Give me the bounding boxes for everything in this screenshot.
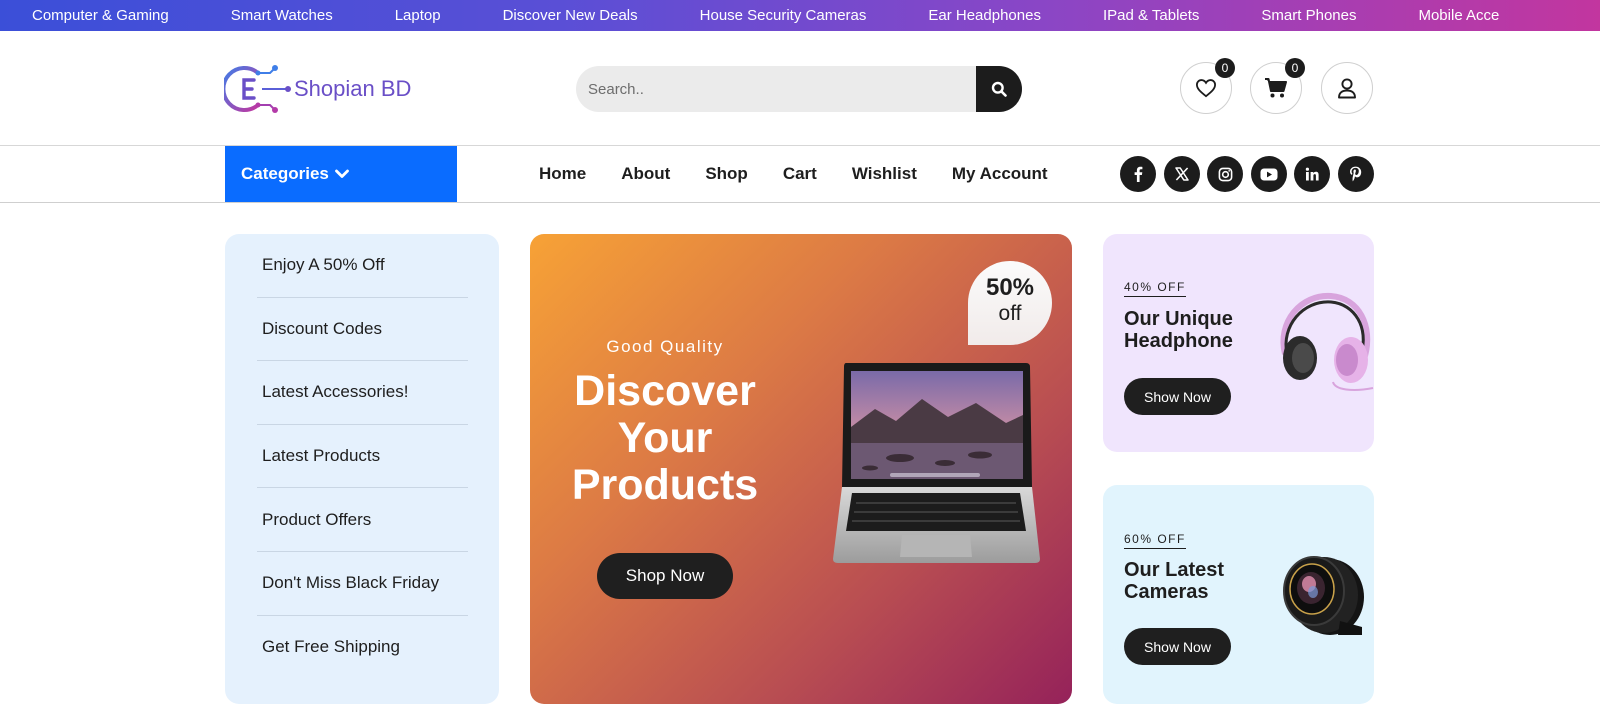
categories-dropdown-button[interactable]: Categories <box>225 146 457 202</box>
top-link-ipad-tablets[interactable]: IPad & Tablets <box>1103 7 1199 24</box>
nav-link-about[interactable]: About <box>621 164 670 184</box>
headphone-image <box>1280 292 1374 391</box>
site-logo[interactable]: Shopian BD <box>224 61 411 117</box>
hero-eyebrow: Good Quality <box>606 337 724 356</box>
main-nav: Categories Home About Shop Cart Wishlist… <box>0 146 1600 203</box>
facebook-icon <box>1134 166 1143 182</box>
top-link-laptop[interactable]: Laptop <box>395 7 441 24</box>
top-link-ear-headphones[interactable]: Ear Headphones <box>928 7 1041 24</box>
x-icon <box>1174 167 1189 181</box>
hero-title: Discover Your Products <box>530 368 800 509</box>
promo-item-50-off[interactable]: Enjoy A 50% Off <box>257 234 468 298</box>
nav-link-home[interactable]: Home <box>539 164 586 184</box>
camera-promo-card: 60% OFF Our Latest Cameras Show Now <box>1103 485 1374 704</box>
search-icon <box>991 81 1007 97</box>
promo-item-product-offers[interactable]: Product Offers <box>257 488 468 552</box>
hero-title-line-3: Products <box>571 461 759 509</box>
search-button[interactable] <box>976 66 1022 112</box>
linkedin-link[interactable] <box>1294 156 1330 192</box>
logo-text: Shopian BD <box>294 76 412 101</box>
search-input[interactable] <box>576 66 976 112</box>
x-link[interactable] <box>1163 156 1200 192</box>
instagram-icon <box>1218 167 1232 181</box>
youtube-link[interactable] <box>1250 156 1287 192</box>
camera-card-title-line-2: Cameras <box>1124 581 1209 603</box>
hero-banner: Good Quality Discover Your Products Shop… <box>530 234 1072 704</box>
nav-link-cart[interactable]: Cart <box>783 164 817 184</box>
nav-link-wishlist[interactable]: Wishlist <box>852 164 917 184</box>
top-category-track: Computer & Gaming Smart Watches Laptop D… <box>32 0 1561 31</box>
camera-show-now-button[interactable]: Show Now <box>1124 628 1231 665</box>
headphone-card-title-line-1: Our Unique <box>1124 308 1233 330</box>
promo-item-latest-products[interactable]: Latest Products <box>257 425 468 489</box>
camera-lens-image <box>1283 556 1364 635</box>
headphone-card-title: Our Unique Headphone <box>1124 308 1264 352</box>
pinterest-link[interactable] <box>1337 156 1374 192</box>
cart-button[interactable]: 0 <box>1250 58 1305 114</box>
youtube-icon <box>1260 168 1277 180</box>
headphone-show-now-button[interactable]: Show Now <box>1124 378 1231 415</box>
user-icon <box>1338 78 1356 99</box>
headphone-card-tag: 40% OFF <box>1124 280 1186 297</box>
camera-card-tag: 60% OFF <box>1124 532 1186 549</box>
social-links <box>1120 156 1381 192</box>
site-header: Shopian BD 0 0 <box>0 31 1600 146</box>
facebook-link[interactable] <box>1120 156 1156 192</box>
headphone-promo-card: 40% OFF Our Unique Headphone Show Now <box>1103 234 1374 452</box>
instagram-link[interactable] <box>1207 156 1243 192</box>
account-button[interactable] <box>1321 62 1373 114</box>
promo-item-latest-accessories[interactable]: Latest Accessories! <box>257 361 468 425</box>
hero-title-line-2: Your <box>617 414 713 462</box>
cart-icon <box>1265 78 1287 98</box>
camera-card-title-line-1: Our Latest <box>1124 559 1225 581</box>
nav-menu: Home About Shop Cart Wishlist My Account <box>539 146 1083 202</box>
wishlist-count-badge: 0 <box>1215 58 1235 78</box>
top-link-security-cameras[interactable]: House Security Cameras <box>700 7 867 24</box>
categories-label: Categories <box>241 164 329 183</box>
laptop-image <box>833 363 1040 563</box>
promo-item-discount-codes[interactable]: Discount Codes <box>257 298 468 362</box>
linkedin-icon <box>1305 167 1319 181</box>
cart-count-badge: 0 <box>1285 58 1305 78</box>
hero-discount-badge: 50% off <box>968 261 1052 345</box>
top-link-smart-watches[interactable]: Smart Watches <box>231 7 333 24</box>
top-link-smart-phones[interactable]: Smart Phones <box>1261 7 1356 24</box>
hero-discount-off: off <box>998 302 1022 325</box>
search-bar <box>576 66 1022 112</box>
nav-link-shop[interactable]: Shop <box>705 164 748 184</box>
promo-list-panel: Enjoy A 50% Off Discount Codes Latest Ac… <box>225 234 499 704</box>
hero-shop-now-button[interactable]: Shop Now <box>597 553 733 599</box>
hero-discount-percent: 50% <box>985 274 1035 301</box>
top-link-discover-deals[interactable]: Discover New Deals <box>503 7 638 24</box>
hero-title-line-1: Discover <box>574 367 756 415</box>
pinterest-icon <box>1350 166 1362 182</box>
promo-item-black-friday[interactable]: Don't Miss Black Friday <box>257 552 468 616</box>
top-category-bar: Computer & Gaming Smart Watches Laptop D… <box>0 0 1600 31</box>
chevron-down-icon <box>334 169 349 178</box>
promo-item-free-shipping[interactable]: Get Free Shipping <box>257 616 468 680</box>
heart-icon <box>1195 79 1217 98</box>
top-link-mobile-accessories[interactable]: Mobile Acce <box>1418 7 1499 24</box>
nav-link-my-account[interactable]: My Account <box>952 164 1048 184</box>
camera-card-title: Our Latest Cameras <box>1124 559 1264 603</box>
wishlist-button[interactable]: 0 <box>1180 58 1235 114</box>
headphone-card-title-line-2: Headphone <box>1124 330 1233 352</box>
top-link-computer-gaming[interactable]: Computer & Gaming <box>32 7 169 24</box>
logo-mark-icon <box>224 65 291 113</box>
